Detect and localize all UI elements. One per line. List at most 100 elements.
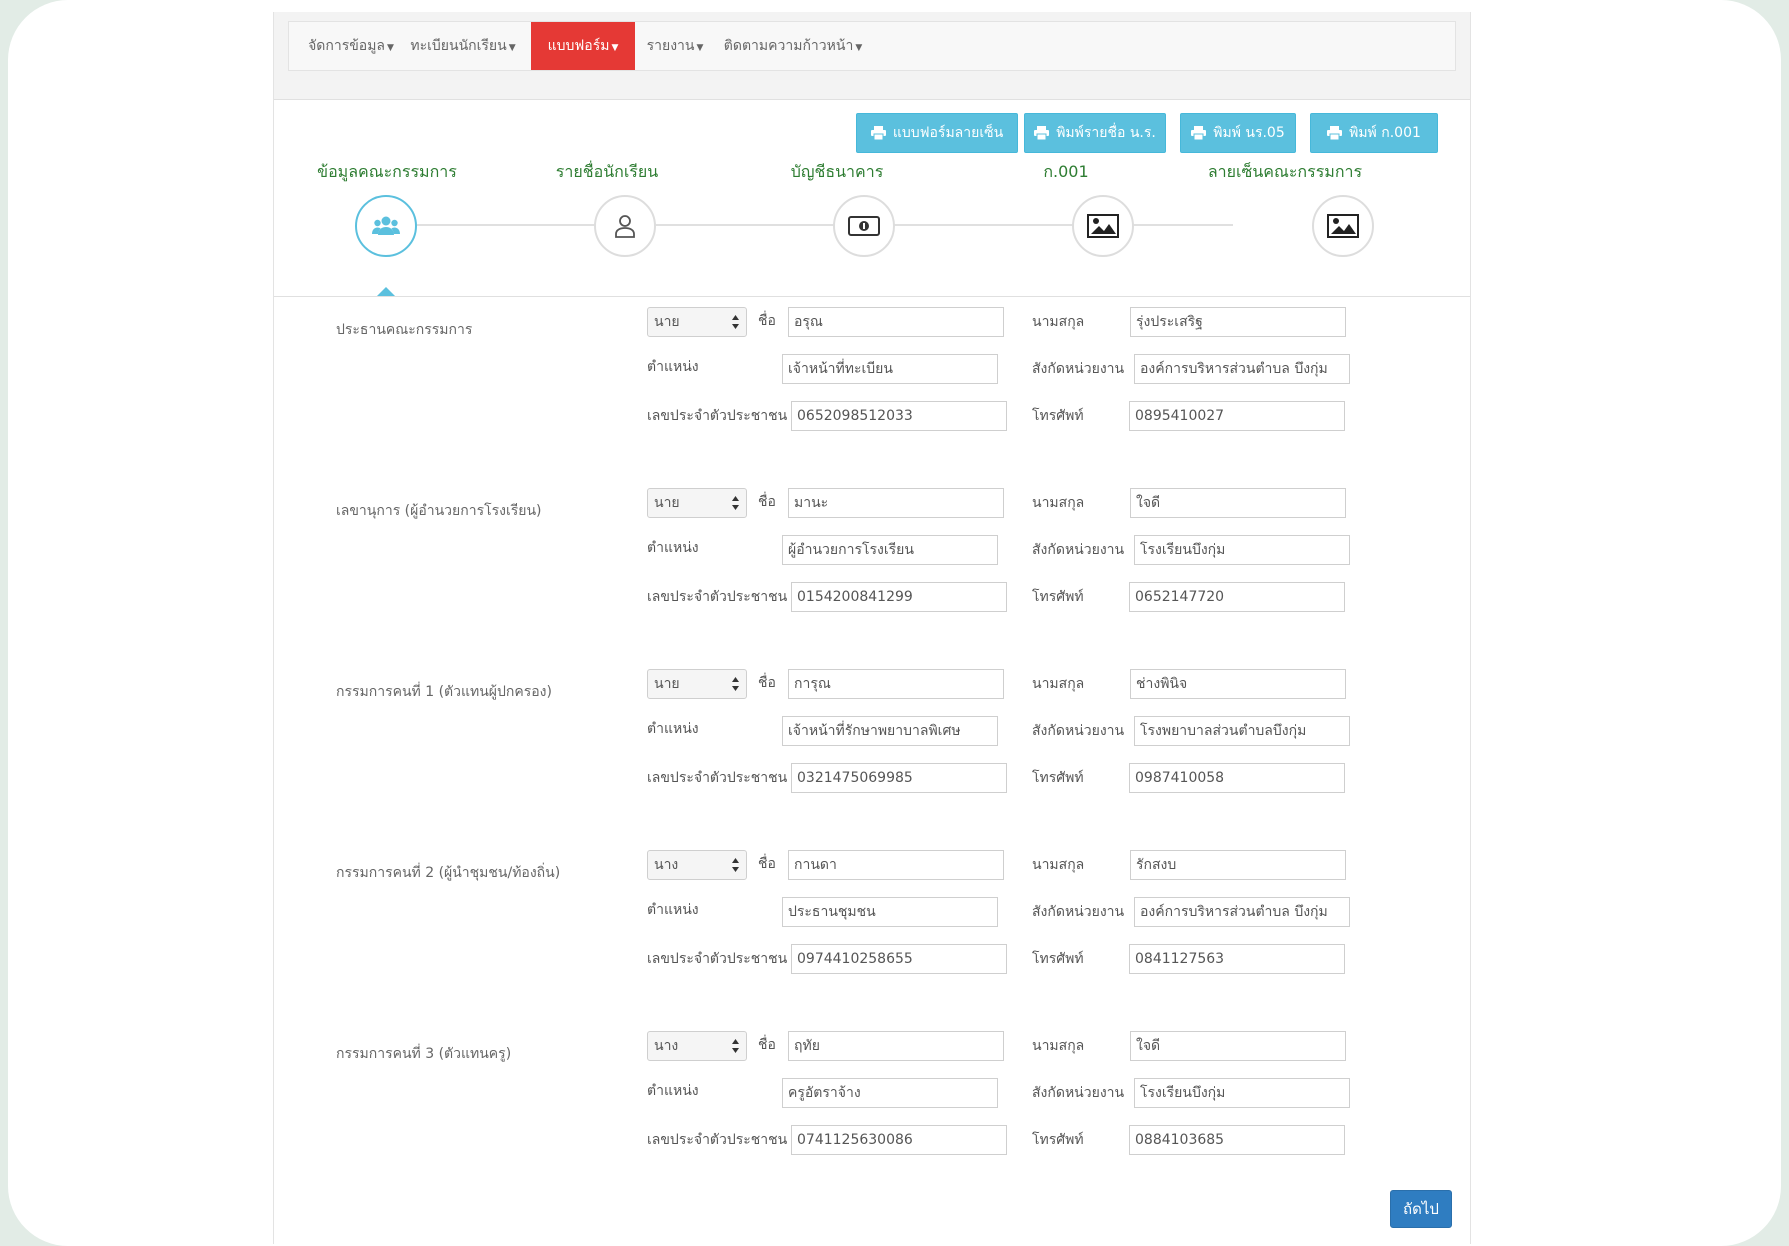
phone-input[interactable] [1129,582,1345,612]
step-label-committee-signature[interactable]: ลายเซ็นคณะกรรมการ [1180,160,1390,184]
prefix-select[interactable]: นาย [647,488,747,518]
id-card-input[interactable] [791,401,1007,431]
step-label-k001[interactable]: ก.001 [991,160,1141,184]
phone-input[interactable] [1129,401,1345,431]
print-nr05-button[interactable]: พิมพ์ นร.05 [1180,113,1296,153]
step-label-bank-account[interactable]: บัญชีธนาคาร [762,160,912,184]
button-label: พิมพ์ นร.05 [1213,125,1285,141]
prefix-value: นาง [654,857,679,873]
step-student-list[interactable] [594,195,656,257]
nav-label: แบบฟอร์ม [547,38,610,54]
last-name-label: นามสกุล [1032,857,1085,873]
position-label: ตำแหน่ง [647,1083,699,1099]
id-card-input[interactable] [791,1125,1007,1155]
printer-icon [1327,126,1343,141]
phone-label: โทรศัพท์ [1032,408,1084,424]
step-bank-account[interactable] [833,195,895,257]
nav-menu-data-management[interactable]: จัดการข้อมูล ▼ [301,22,401,70]
committee-section: กรรมการคนที่ 3 (ตัวแทนครู) นาง ชื่อ นามส… [274,1031,1470,1201]
printer-icon [1191,126,1207,141]
nav-label: ติดตามความก้าวหน้า [723,38,854,54]
agency-input[interactable] [1134,1078,1350,1108]
top-nav-wrapper: จัดการข้อมูล ▼ ทะเบียนนักเรียน ▼ แบบฟอร์ม ▼… [274,12,1470,100]
last-name-label: นามสกุล [1032,495,1085,511]
agency-input[interactable] [1134,535,1350,565]
phone-input[interactable] [1129,944,1345,974]
step-committee-signature[interactable] [1312,195,1374,257]
committee-role-title: กรรมการคนที่ 2 (ผู้นำชุมชน/ท้องถิ่น) [336,865,561,881]
first-name-input[interactable] [788,307,1004,337]
first-name-input[interactable] [788,488,1004,518]
caret-down-icon: ▼ [611,43,619,53]
button-label: พิมพ์ ก.001 [1349,125,1421,141]
print-signature-form-button[interactable]: แบบฟอร์มลายเซ็น [856,113,1018,153]
first-name-label: ชื่อ [758,313,776,329]
prefix-select[interactable]: นาง [647,850,747,880]
prefix-select[interactable]: นาย [647,669,747,699]
next-button[interactable]: ถัดไป [1390,1190,1452,1228]
last-name-input[interactable] [1130,488,1346,518]
last-name-input[interactable] [1130,850,1346,880]
print-student-list-button[interactable]: พิมพ์รายชื่อ น.ร. [1024,113,1166,153]
last-name-label: นามสกุล [1032,676,1085,692]
select-arrows-icon [732,315,739,329]
id-card-label: เลขประจำตัวประชาชน [647,1132,788,1148]
committee-role-title: ประธานคณะกรรมการ [336,322,473,338]
print-k001-button[interactable]: พิมพ์ ก.001 [1310,113,1438,153]
last-name-input[interactable] [1130,307,1346,337]
step-label-committee-info[interactable]: ข้อมูลคณะกรรมการ [292,160,482,184]
position-label: ตำแหน่ง [647,721,699,737]
id-card-input[interactable] [791,763,1007,793]
committee-role-title: กรรมการคนที่ 1 (ตัวแทนผู้ปกครอง) [336,684,552,700]
last-name-input[interactable] [1130,1031,1346,1061]
nav-menu-reports[interactable]: รายงาน ▼ [635,22,715,70]
id-card-label: เลขประจำตัวประชาชน [647,589,788,605]
prefix-value: นาย [654,676,680,692]
agency-input[interactable] [1134,897,1350,927]
position-input[interactable] [782,535,998,565]
agency-input[interactable] [1134,354,1350,384]
step-committee-info[interactable] [355,195,417,257]
nav-menu-forms[interactable]: แบบฟอร์ม ▼ [531,22,635,70]
first-name-label: ชื่อ [758,1037,776,1053]
first-name-input[interactable] [788,1031,1004,1061]
prefix-value: นาย [654,314,680,330]
committee-section: กรรมการคนที่ 1 (ตัวแทนผู้ปกครอง) นาย ชื่… [274,669,1470,839]
position-input[interactable] [782,897,998,927]
nav-menu-progress-tracking[interactable]: ติดตามความก้าวหน้า ▼ [717,22,869,70]
phone-input[interactable] [1129,1125,1345,1155]
user-icon [615,215,635,238]
id-card-input[interactable] [791,582,1007,612]
active-step-pointer [377,287,395,296]
nav-label: ทะเบียนนักเรียน [410,38,507,54]
money-icon [848,216,880,236]
position-input[interactable] [782,1078,998,1108]
committee-section: กรรมการคนที่ 2 (ผู้นำชุมชน/ท้องถิ่น) นาง… [274,850,1470,1020]
step-label-student-list[interactable]: รายชื่อนักเรียน [532,160,682,184]
select-arrows-icon [732,858,739,872]
id-card-label: เลขประจำตัวประชาชน [647,770,788,786]
id-card-input[interactable] [791,944,1007,974]
nav-menu-student-registry[interactable]: ทะเบียนนักเรียน ▼ [401,22,525,70]
first-name-input[interactable] [788,669,1004,699]
caret-down-icon: ▼ [508,43,516,53]
prefix-select[interactable]: นาง [647,1031,747,1061]
printer-icon [870,126,886,141]
step-k001[interactable] [1072,195,1134,257]
prefix-select[interactable]: นาย [647,307,747,337]
first-name-input[interactable] [788,850,1004,880]
last-name-label: นามสกุล [1032,1038,1085,1054]
committee-section: เลขานุการ (ผู้อำนวยการโรงเรียน) นาย ชื่อ… [274,488,1470,658]
position-label: ตำแหน่ง [647,902,699,918]
phone-label: โทรศัพท์ [1032,1132,1084,1148]
position-input[interactable] [782,354,998,384]
phone-label: โทรศัพท์ [1032,589,1084,605]
phone-input[interactable] [1129,763,1345,793]
last-name-input[interactable] [1130,669,1346,699]
agency-input[interactable] [1134,716,1350,746]
position-input[interactable] [782,716,998,746]
agency-label: สังกัดหน่วยงาน [1032,361,1125,377]
button-label: พิมพ์รายชื่อ น.ร. [1056,125,1156,141]
committee-role-title: เลขานุการ (ผู้อำนวยการโรงเรียน) [336,503,542,519]
agency-label: สังกัดหน่วยงาน [1032,723,1125,739]
